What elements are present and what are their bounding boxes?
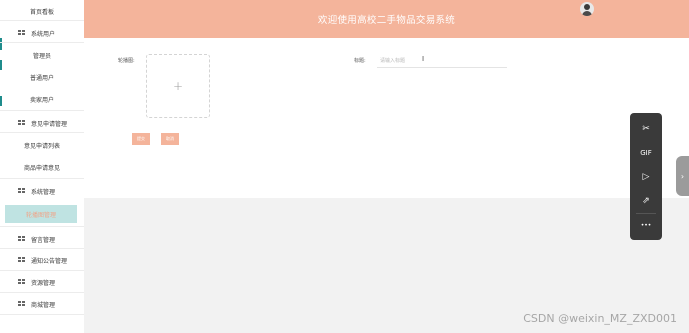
- divider: [0, 314, 84, 315]
- image-upload-box[interactable]: +: [146, 54, 210, 118]
- sidebar-item-label: 首页看板: [29, 8, 54, 16]
- floating-toolbar: ✂ GIF ▷ ⇗ •••: [630, 113, 662, 240]
- sidebar-item-label: 商城管理: [31, 301, 56, 309]
- divider: [0, 20, 84, 21]
- sidebar-item-label: 普通用户: [29, 74, 54, 82]
- share-icon[interactable]: ⇗: [630, 191, 662, 211]
- sidebar-item-feedback-management[interactable]: 意见申请管理: [0, 112, 84, 134]
- cancel-button[interactable]: 取消: [161, 133, 179, 145]
- grid-icon: [18, 279, 25, 285]
- sidebar-item-system-management[interactable]: 系统管理: [0, 180, 84, 202]
- sidebar-item-label: 管理员: [32, 52, 51, 60]
- avatar-head: [584, 4, 590, 10]
- image-label: 轮播图:: [118, 58, 135, 64]
- divider: [0, 178, 84, 179]
- sidebar-item-label: 系统管理: [31, 188, 56, 196]
- divider: [0, 132, 84, 133]
- sidebar-item-system-users[interactable]: 系统用户: [0, 22, 84, 44]
- gif-icon[interactable]: GIF: [630, 143, 662, 163]
- grid-icon: [18, 236, 25, 242]
- sidebar-item-home[interactable]: 首页看板: [0, 0, 84, 22]
- grid-icon: [18, 188, 25, 194]
- sidebar-item-seller-users[interactable]: 卖家用户: [0, 88, 84, 110]
- title-input[interactable]: [377, 54, 507, 68]
- sidebar-item-regular-users[interactable]: 普通用户: [0, 66, 84, 88]
- sidebar: 首页看板 系统用户 管理员 普通用户 卖家用户 意见申请管理 意见申请列表 商品…: [0, 0, 85, 333]
- sidebar-item-feedback-list[interactable]: 意见申请列表: [0, 134, 84, 156]
- watermark: CSDN @weixin_MZ_ZXD001: [523, 312, 677, 325]
- sidebar-item-label: 商品申请意见: [23, 164, 60, 172]
- scissors-icon[interactable]: ✂: [630, 119, 662, 139]
- text-cursor-icon: I: [422, 55, 425, 63]
- sidebar-item-label: 留言管理: [31, 236, 56, 244]
- sidebar-item-label: 意见申请管理: [31, 120, 68, 128]
- divider: [0, 110, 84, 111]
- grid-icon: [18, 301, 25, 307]
- play-icon[interactable]: ▷: [630, 167, 662, 187]
- grid-icon: [18, 30, 25, 36]
- divider: [0, 226, 84, 227]
- sidebar-item-label: 通知公告管理: [31, 257, 68, 265]
- expand-tab[interactable]: ›: [676, 156, 689, 196]
- sidebar-item-announcements[interactable]: 通知公告管理: [0, 249, 84, 271]
- sidebar-item-label: 卖家用户: [29, 96, 54, 104]
- title-label: 标题:: [354, 58, 366, 64]
- divider: [636, 213, 656, 214]
- sidebar-item-label: 系统用户: [31, 30, 56, 38]
- sidebar-item-carousel[interactable]: 轮播图管理: [5, 205, 77, 223]
- chevron-right-icon: ›: [680, 171, 685, 181]
- sidebar-item-label: 轮播图管理: [25, 211, 56, 219]
- sidebar-item-mall[interactable]: 商城管理: [0, 293, 84, 315]
- page-title: 欢迎使用高校二手物品交易系统: [317, 15, 456, 26]
- sidebar-item-messages[interactable]: 留言管理: [0, 228, 84, 250]
- grid-icon: [18, 120, 25, 126]
- divider: [0, 42, 84, 43]
- avatar-body: [582, 11, 592, 16]
- header-bar: 欢迎使用高校二手物品交易系统: [84, 0, 689, 38]
- grid-icon: [18, 257, 25, 263]
- submit-button[interactable]: 提交: [132, 133, 150, 145]
- sidebar-item-resources[interactable]: 资源管理: [0, 271, 84, 293]
- sidebar-item-product-feedback[interactable]: 商品申请意见: [0, 156, 84, 178]
- sidebar-item-admin[interactable]: 管理员: [0, 44, 84, 66]
- avatar[interactable]: [580, 2, 594, 16]
- plus-icon: +: [172, 79, 184, 93]
- sidebar-item-label: 资源管理: [31, 279, 56, 287]
- more-icon[interactable]: •••: [630, 215, 662, 235]
- sidebar-item-label: 意见申请列表: [23, 142, 60, 150]
